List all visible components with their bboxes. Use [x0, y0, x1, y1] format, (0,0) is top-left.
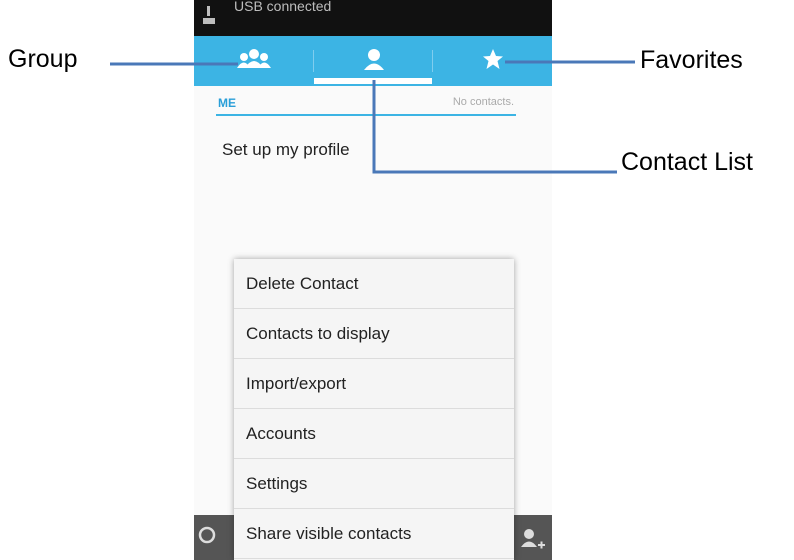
group-callout-label: Group — [8, 45, 78, 73]
callout-lines — [110, 60, 635, 174]
contact-list-leader-line — [372, 80, 617, 174]
favorites-callout-label: Favorites — [640, 46, 743, 74]
contact-list-callout-label: Contact List — [621, 148, 754, 176]
